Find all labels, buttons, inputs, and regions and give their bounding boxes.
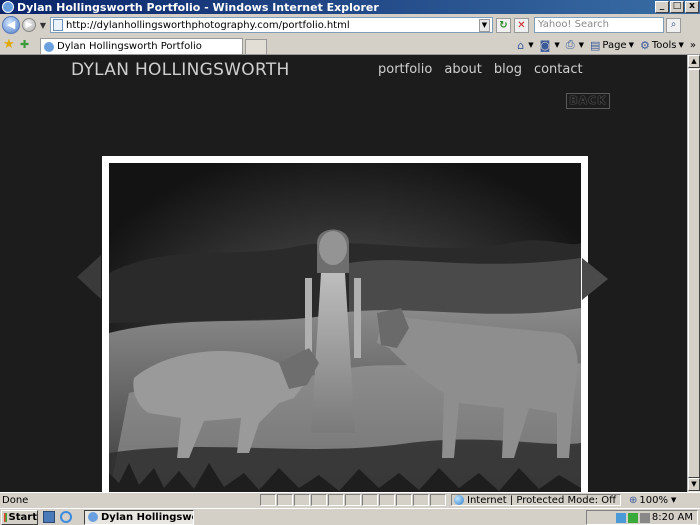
status-cell (430, 494, 446, 506)
previous-arrow-icon[interactable] (77, 255, 101, 299)
page-icon: ▤ (589, 38, 601, 52)
network-icon[interactable] (615, 512, 626, 523)
stop-icon[interactable]: ✕ (514, 17, 529, 33)
nav-blog[interactable]: blog (494, 62, 522, 77)
search-input[interactable]: Yahoo! Search (534, 17, 664, 33)
close-button[interactable]: x (685, 1, 699, 13)
maximize-button[interactable]: □ (670, 1, 684, 13)
nav-contact[interactable]: contact (534, 62, 583, 77)
status-cell (362, 494, 378, 506)
scrollbar-thumb[interactable] (688, 69, 700, 478)
status-cell (294, 494, 310, 506)
search-icon[interactable]: ⌕ (666, 17, 681, 33)
status-cell (260, 494, 276, 506)
nav-portfolio[interactable]: portfolio (378, 62, 432, 77)
status-cell (328, 494, 344, 506)
page-menu[interactable]: ▤ Page ▼ (590, 39, 634, 52)
start-button[interactable]: Start (1, 509, 38, 525)
chevron-down-icon: ▼ (670, 496, 677, 504)
forward-arrow-icon[interactable]: ▶ (22, 18, 36, 32)
page-content: DYLAN HOLLINGSWORTH portfolio about blog… (0, 55, 687, 492)
window-title: Dylan Hollingsworth Portfolio - Windows … (17, 0, 379, 14)
page-icon (53, 19, 63, 31)
tools-menu[interactable]: ⚙ Tools ▼ (640, 39, 684, 52)
zone-label: Internet | Protected Mode: Off (467, 494, 617, 506)
print-icon: ⎙ (565, 38, 575, 51)
status-text: Done (2, 494, 29, 506)
minimize-button[interactable]: _ (655, 1, 669, 13)
new-tab-button[interactable] (245, 39, 267, 54)
recent-pages-dropdown[interactable]: ▼ (38, 21, 48, 30)
clock: 8:20 AM (651, 512, 693, 523)
next-arrow-icon[interactable] (582, 258, 608, 300)
system-tray: 8:20 AM (586, 510, 698, 525)
security-icon[interactable] (627, 512, 638, 523)
scroll-up-icon[interactable]: ▲ (688, 55, 700, 68)
zoom-icon: ⊕ (629, 494, 638, 506)
add-favorites-icon[interactable]: ✚ (20, 38, 34, 52)
photo-frame (102, 156, 588, 492)
status-bar: Done Internet | Protected Mode: Off ⊕ 10… (0, 492, 700, 507)
title-bar: Dylan Hollingsworth Portfolio - Windows … (0, 0, 700, 14)
status-cell (379, 494, 395, 506)
ie-logo-icon (2, 1, 14, 13)
more-commands-button[interactable]: » (690, 40, 696, 51)
scroll-down-icon[interactable]: ▼ (688, 478, 700, 491)
taskbar-window-button[interactable]: Dylan Hollingsworth P... (84, 509, 194, 525)
print-button[interactable]: ⎙ ▼ (566, 38, 584, 52)
security-zone[interactable]: Internet | Protected Mode: Off (451, 494, 621, 506)
status-cell (345, 494, 361, 506)
zoom-control[interactable]: ⊕ 100% ▼ (627, 495, 676, 506)
tab-label: Dylan Hollingsworth Portfolio (57, 41, 202, 52)
refresh-icon[interactable]: ↻ (496, 17, 511, 33)
gear-icon: ⚙ (639, 38, 650, 52)
home-icon: ⌂ (517, 38, 525, 52)
windows-logo-icon (4, 512, 7, 522)
vertical-scrollbar[interactable]: ▲ ▼ (687, 55, 700, 492)
home-button[interactable]: ⌂ ▼ (517, 39, 533, 52)
nav-about[interactable]: about (444, 62, 482, 77)
tab-favicon-icon (44, 41, 54, 52)
ie-quicklaunch-icon[interactable] (60, 511, 72, 523)
taskbar: Start Dylan Hollingsworth P... 8:20 AM (0, 508, 700, 525)
status-cell (277, 494, 293, 506)
status-cell (396, 494, 412, 506)
url-text[interactable]: http://dylanhollingsworthphotography.com… (66, 20, 479, 31)
show-desktop-icon[interactable] (43, 511, 55, 523)
zoom-level: 100% (639, 494, 668, 506)
back-arrow-icon[interactable]: ◀ (2, 16, 20, 34)
status-cell (413, 494, 429, 506)
portfolio-photo[interactable] (109, 163, 581, 492)
site-nav: portfolio about blog contact (378, 62, 595, 77)
favorites-star-icon[interactable]: ★ (3, 38, 17, 52)
address-dropdown-button[interactable]: ▼ (479, 18, 490, 32)
ie-window: Dylan Hollingsworth Portfolio - Windows … (0, 0, 700, 525)
ie-logo-icon (88, 512, 98, 522)
rss-feed-icon: ◙ (539, 38, 551, 52)
tab-active[interactable]: Dylan Hollingsworth Portfolio (40, 38, 243, 54)
volume-icon[interactable] (639, 512, 650, 523)
address-row: ◀ ▶ ▼ http://dylanhollingsworthphotograp… (0, 14, 700, 36)
back-button[interactable]: BACK (566, 93, 610, 109)
address-input[interactable]: http://dylanhollingsworthphotography.com… (50, 17, 493, 33)
status-cell (311, 494, 327, 506)
site-title[interactable]: DYLAN HOLLINGSWORTH (71, 60, 290, 80)
command-bar: ⌂ ▼ ◙ ▼ ⎙ ▼ ▤ Page ▼ ⚙ Tools ▼ » (511, 37, 696, 53)
internet-globe-icon (454, 495, 464, 505)
feeds-button[interactable]: ◙ ▼ (540, 39, 560, 52)
